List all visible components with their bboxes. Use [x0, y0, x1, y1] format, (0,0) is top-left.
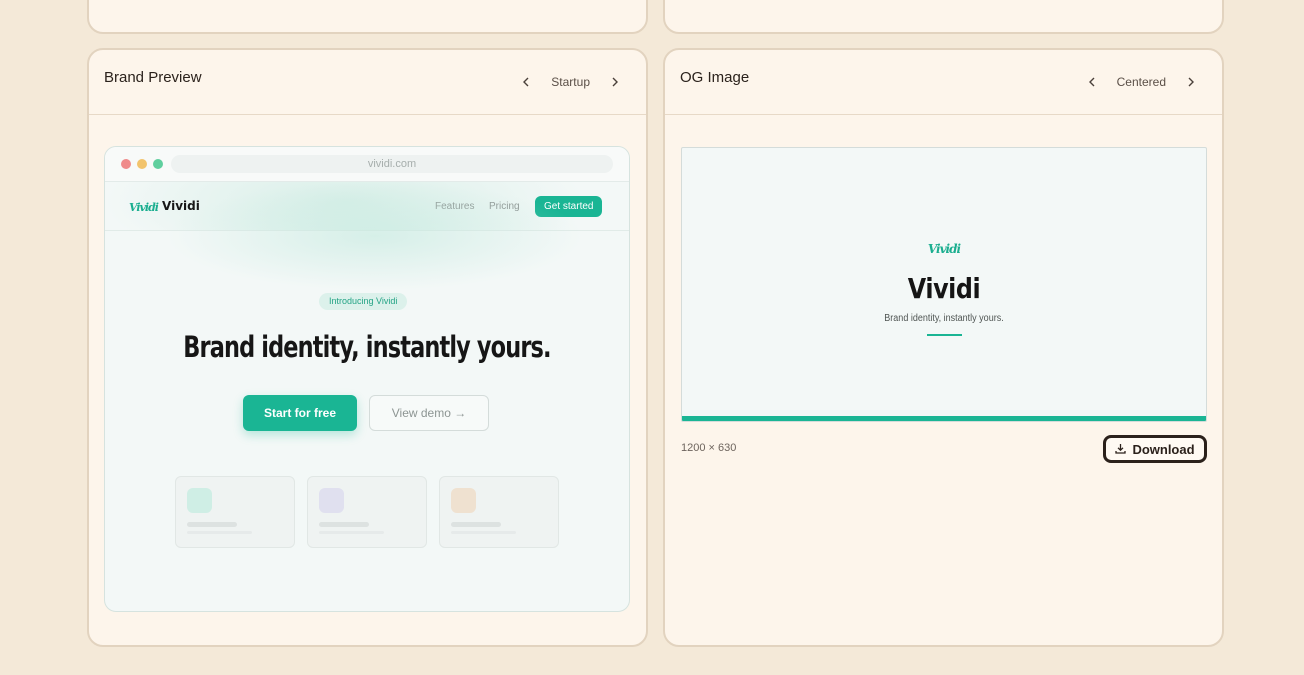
- feature-line: [187, 531, 252, 534]
- card-top-right-partial: [663, 0, 1224, 34]
- card-top-left-partial: [87, 0, 648, 34]
- feature-icon-placeholder: [319, 488, 344, 513]
- site-logo-text: Vividi: [162, 199, 200, 213]
- feature-icon-placeholder: [451, 488, 476, 513]
- og-accent-line: [927, 334, 962, 336]
- chevron-left-icon[interactable]: [1081, 72, 1103, 92]
- view-demo-button[interactable]: View demo →: [369, 395, 489, 431]
- window-close-dot: [121, 159, 131, 169]
- og-variant-switcher: Centered: [1081, 72, 1202, 92]
- download-icon: [1115, 442, 1127, 457]
- og-image-header: OG Image Centered: [665, 50, 1222, 115]
- brand-preview-card: Brand Preview Startup vividi.com Vividi …: [87, 48, 648, 647]
- nav-link-pricing[interactable]: Pricing: [489, 201, 520, 212]
- feature-line: [451, 522, 501, 527]
- start-free-button[interactable]: Start for free: [243, 395, 357, 431]
- feature-line: [187, 522, 237, 527]
- url-bar: vividi.com: [171, 155, 613, 173]
- og-variant-label: Centered: [1116, 75, 1166, 89]
- og-image-card: OG Image Centered Vividi Vividi Brand id…: [663, 48, 1224, 647]
- site-nav: Vividi Vividi Features Pricing Get start…: [105, 182, 629, 231]
- browser-bar: vividi.com: [105, 147, 629, 182]
- og-image-preview: Vividi Vividi Brand identity, instantly …: [681, 147, 1207, 422]
- hero-headline: Brand identity, instantly yours.: [183, 330, 551, 364]
- brand-variant-label: Startup: [551, 75, 590, 89]
- brand-preview-header: Brand Preview Startup: [89, 50, 646, 115]
- og-title: Vividi: [907, 272, 981, 305]
- get-started-button[interactable]: Get started: [535, 196, 603, 217]
- feature-line: [451, 531, 516, 534]
- chevron-right-icon[interactable]: [1180, 72, 1202, 92]
- feature-card: [307, 476, 427, 548]
- feature-icon-placeholder: [187, 488, 212, 513]
- feature-card: [175, 476, 295, 548]
- brand-variant-switcher: Startup: [515, 72, 626, 92]
- browser-mockup: vividi.com Vividi Vividi Features Pricin…: [104, 146, 630, 612]
- og-subtitle: Brand identity, instantly yours.: [884, 313, 1004, 324]
- window-maximize-dot: [153, 159, 163, 169]
- window-minimize-dot: [137, 159, 147, 169]
- download-label: Download: [1132, 441, 1195, 457]
- chevron-left-icon[interactable]: [515, 72, 537, 92]
- nav-link-features[interactable]: Features: [435, 201, 474, 212]
- og-bottom-bar: [682, 416, 1206, 421]
- download-button[interactable]: Download: [1103, 435, 1207, 463]
- intro-pill: Introducing Vividi: [319, 293, 408, 310]
- og-logo-mark: Vividi: [927, 242, 961, 256]
- site-logo-mark: Vividi: [129, 201, 159, 214]
- feature-card: [439, 476, 559, 548]
- brand-preview-title: Brand Preview: [104, 69, 202, 86]
- feature-line: [319, 531, 384, 534]
- feature-line: [319, 522, 369, 527]
- chevron-right-icon[interactable]: [604, 72, 626, 92]
- og-image-title: OG Image: [680, 69, 750, 86]
- og-dimensions: 1200 × 630: [681, 442, 737, 454]
